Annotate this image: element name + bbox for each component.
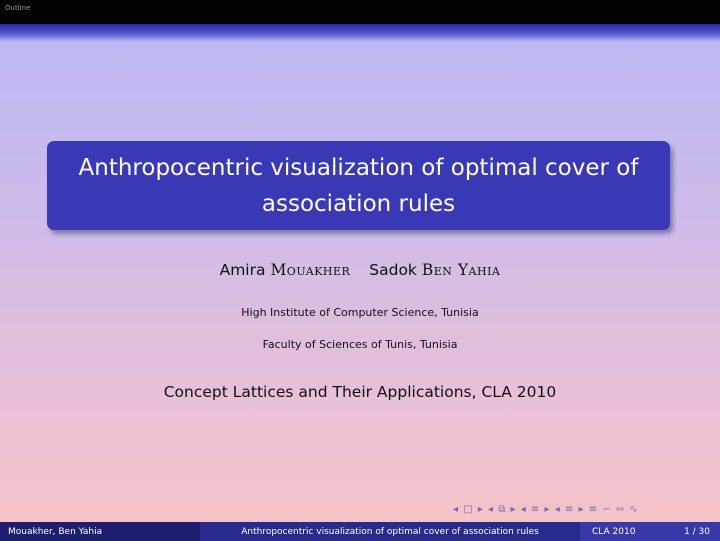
author-1-last: Mouakher [270, 261, 351, 279]
author-2-last: Ben Yahia [421, 261, 501, 279]
footer-bar: Mouakher, Ben Yahia Anthropocentric visu… [0, 522, 720, 541]
footer-conference: CLA 2010 [592, 526, 636, 537]
author-1-first: Amira [219, 261, 266, 279]
header-bar: Outline [0, 0, 720, 24]
title-block: Anthropocentric visualization of optimal… [47, 141, 670, 230]
institution-1: High Institute of Computer Science, Tuni… [241, 306, 479, 319]
author-1: Amira Mouakher [220, 261, 356, 279]
title-line-2: association rules [261, 190, 456, 217]
title-line-1: Anthropocentric visualization of optimal… [78, 154, 639, 181]
conference-name: Concept Lattices and Their Applications,… [163, 383, 557, 401]
author-list: Amira Mouakher Sadok Ben Yahia [0, 261, 720, 279]
footer-authors: Mouakher, Ben Yahia [0, 522, 200, 541]
footer-page-number: 1 / 30 [684, 526, 710, 537]
footer-right: CLA 2010 1 / 30 [580, 522, 720, 541]
author-2: Sadok Ben Yahia [369, 261, 500, 279]
author-2-first: Sadok [369, 261, 417, 279]
header-gradient-band [0, 24, 720, 42]
beamer-navigation-icons[interactable]: ◂ □ ▸ ◂ ⧉ ▸ ◂ ≡ ▸ ◂ ≡ ▸ ≡ ∽ ∾ ∿ [453, 504, 715, 518]
institution-2: Faculty of Sciences of Tunis, Tunisia [262, 338, 458, 351]
footer-title: Anthropocentric visualization of optimal… [200, 522, 580, 541]
outline-link[interactable]: Outline [5, 4, 30, 12]
